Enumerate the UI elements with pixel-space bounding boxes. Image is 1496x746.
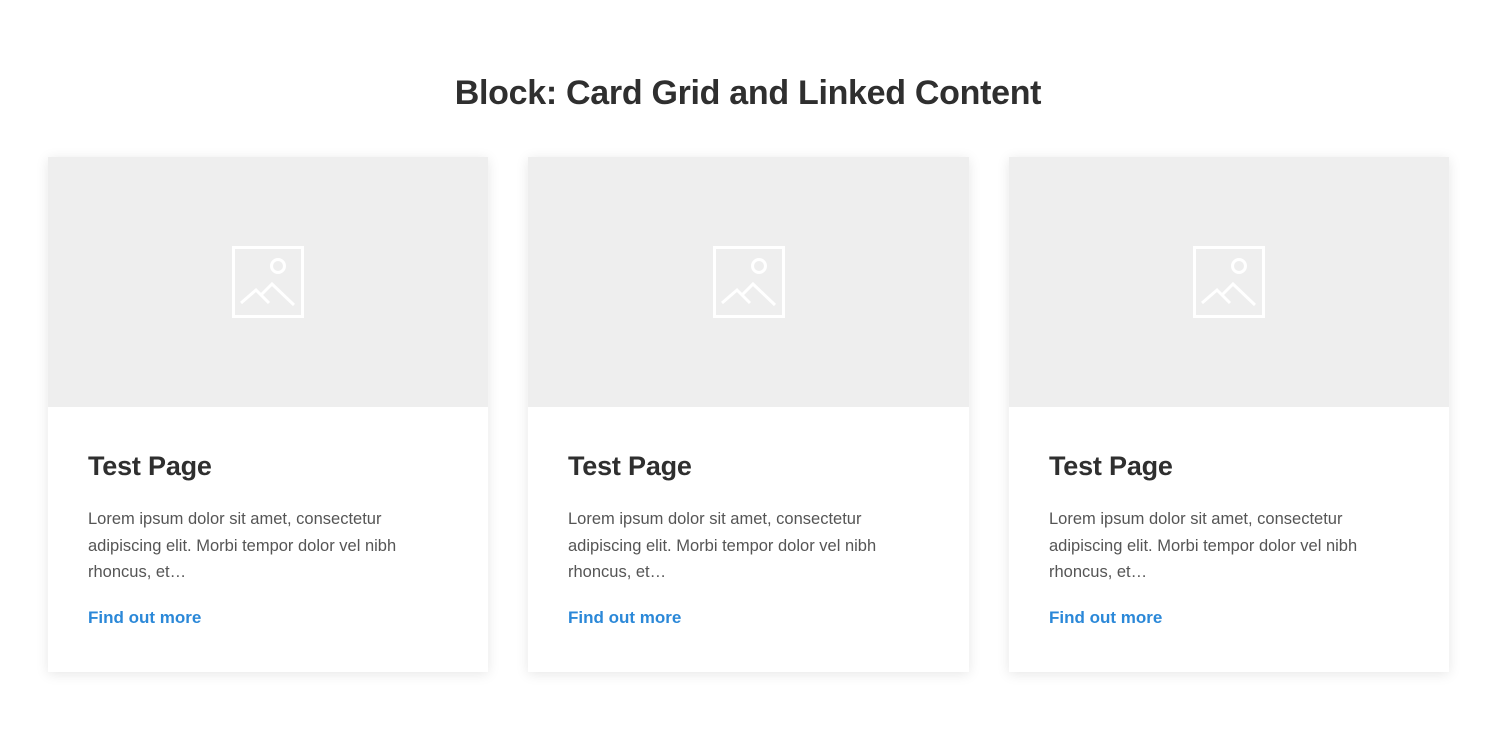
card-title[interactable]: Test Page	[568, 449, 692, 483]
find-out-more-link[interactable]: Find out more	[568, 606, 681, 630]
image-placeholder-icon	[712, 246, 785, 318]
card-image-placeholder[interactable]	[48, 157, 488, 407]
card-grid: Test Page Lorem ipsum dolor sit amet, co…	[48, 157, 1449, 672]
block-title: Block: Card Grid and Linked Content	[454, 74, 1042, 112]
card-excerpt: Lorem ipsum dolor sit amet, consectetur …	[88, 510, 397, 581]
card: Test Page Lorem ipsum dolor sit amet, co…	[48, 157, 488, 672]
card-image-placeholder[interactable]	[1009, 157, 1449, 407]
card: Test Page Lorem ipsum dolor sit amet, co…	[528, 157, 969, 672]
image-placeholder-icon	[232, 246, 304, 318]
find-out-more-link[interactable]: Find out more	[1049, 606, 1162, 630]
card-title[interactable]: Test Page	[1049, 449, 1173, 483]
card-image-placeholder[interactable]	[528, 157, 969, 407]
card: Test Page Lorem ipsum dolor sit amet, co…	[1009, 157, 1449, 672]
card-excerpt: Lorem ipsum dolor sit amet, consectetur …	[1049, 510, 1358, 581]
image-placeholder-icon	[1193, 246, 1265, 318]
find-out-more-link[interactable]: Find out more	[88, 606, 201, 630]
card-title[interactable]: Test Page	[88, 449, 212, 483]
card-grid-block: Block: Card Grid and Linked Content Test…	[0, 0, 1496, 746]
card-excerpt: Lorem ipsum dolor sit amet, consectetur …	[568, 510, 877, 581]
